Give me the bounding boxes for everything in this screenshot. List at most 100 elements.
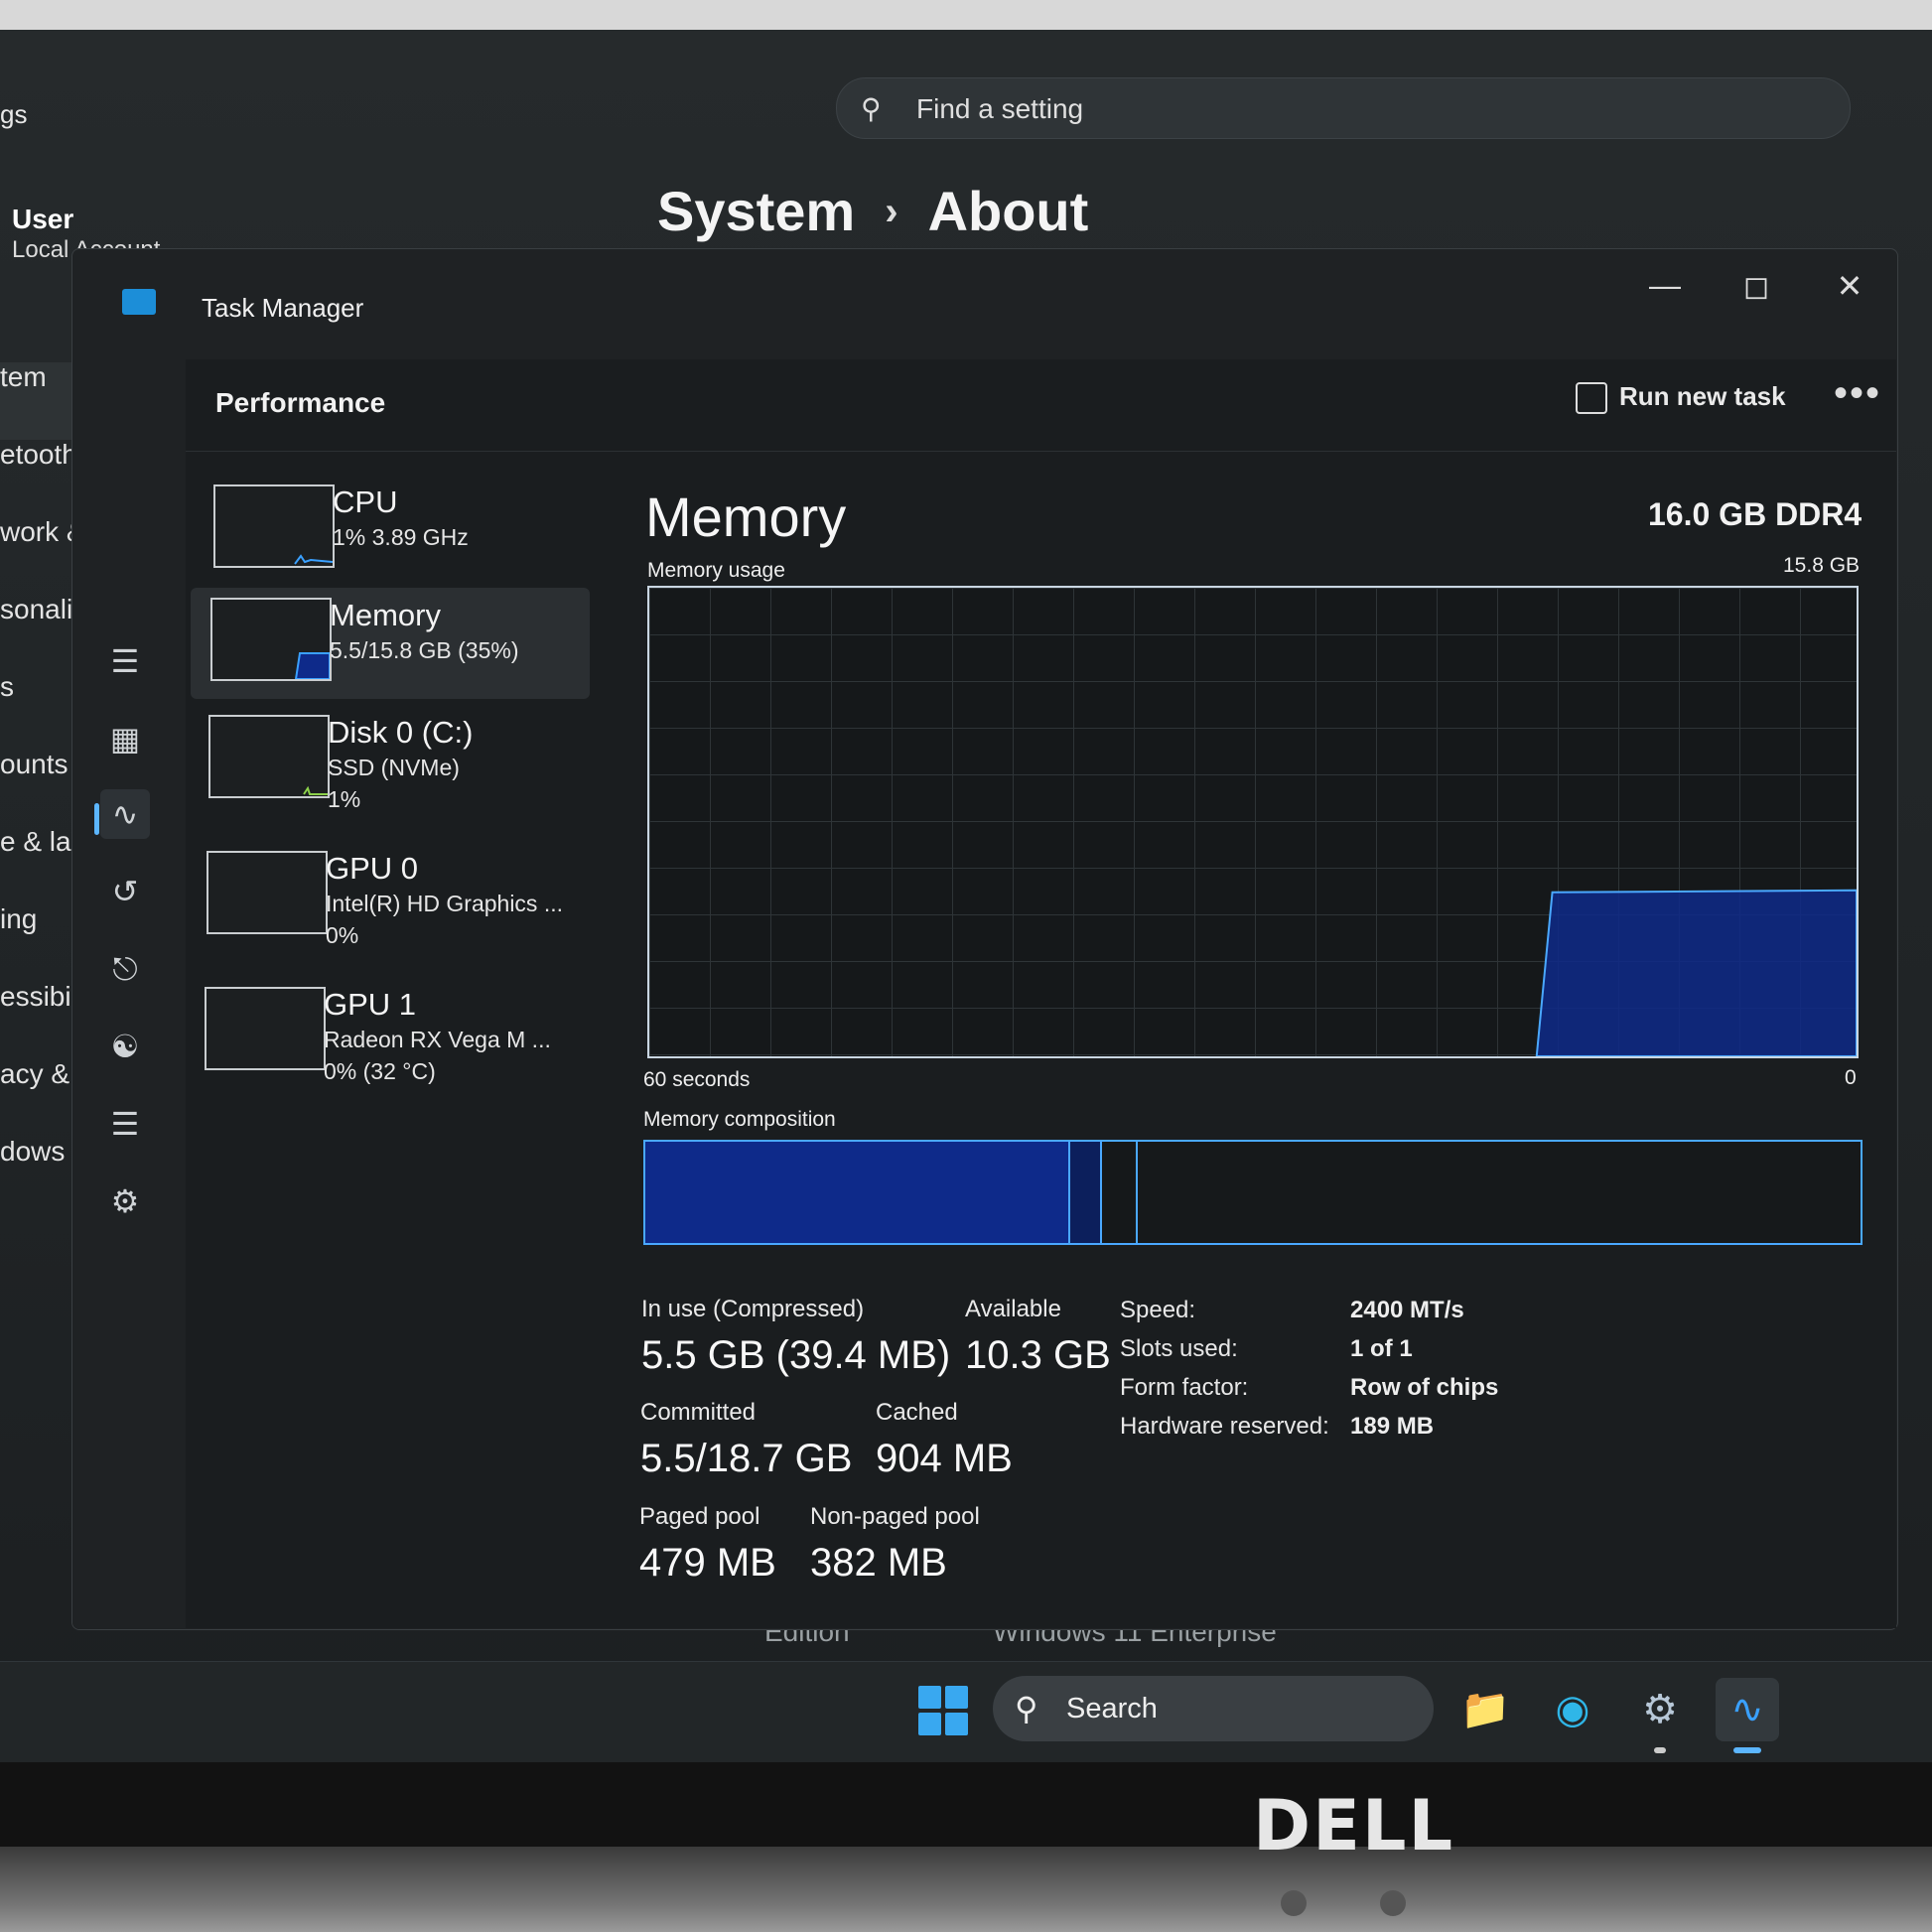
memory-usage-label: Memory usage xyxy=(647,559,785,582)
in-use-label: In use (Compressed) xyxy=(641,1296,865,1322)
available-label: Available xyxy=(965,1296,1061,1322)
device-name: CPU xyxy=(333,484,398,519)
time-zero-label: 0 xyxy=(1845,1066,1857,1089)
slots-key: Slots used: xyxy=(1120,1335,1238,1362)
device-name: GPU 1 xyxy=(324,987,417,1022)
settings-app-icon[interactable]: ⚙ xyxy=(1628,1678,1692,1741)
taskbar-search-placeholder: Search xyxy=(1066,1693,1158,1725)
more-options-button[interactable]: ••• xyxy=(1834,371,1881,416)
close-button[interactable]: ✕ xyxy=(1830,267,1869,305)
settings-running-indicator xyxy=(1654,1747,1666,1753)
available-value: 10.3 GB xyxy=(965,1333,1111,1377)
nonpaged-pool-value: 382 MB xyxy=(810,1541,947,1585)
hamburger-menu-icon[interactable]: ☰ xyxy=(100,636,150,686)
memory-mini-graph xyxy=(294,652,330,679)
composition-in-use xyxy=(645,1142,1070,1243)
device-name: GPU 0 xyxy=(326,851,419,886)
memory-composition-bar xyxy=(643,1140,1863,1245)
processes-icon[interactable]: ▦ xyxy=(100,714,150,763)
minimize-button[interactable]: — xyxy=(1645,267,1685,304)
slots-value: 1 of 1 xyxy=(1350,1335,1413,1362)
in-use-value: 5.5 GB (39.4 MB) xyxy=(641,1333,951,1377)
device-disk0[interactable]: Disk 0 (C:) SSD (NVMe) 1% xyxy=(189,705,588,816)
device-name: Memory xyxy=(330,598,441,632)
composition-standby xyxy=(1102,1142,1138,1243)
hardware-reserved-key: Hardware reserved: xyxy=(1120,1413,1329,1440)
settings-title-fragment: gs xyxy=(0,99,28,129)
maximize-button[interactable]: ◻ xyxy=(1736,267,1776,305)
cached-value: 904 MB xyxy=(876,1437,1013,1480)
device-sub: 1% 3.89 GHz xyxy=(333,524,469,550)
breadcrumb: System › About xyxy=(657,179,1088,243)
screen: gs User Local Account ⚲ Find a setting S… xyxy=(0,0,1932,1762)
memory-spec: 16.0 GB DDR4 xyxy=(1648,496,1863,532)
device-cpu[interactable]: CPU 1% 3.89 GHz xyxy=(194,475,593,586)
taskbar-search[interactable]: ⚲ Search xyxy=(993,1676,1434,1741)
details-icon[interactable]: ☰ xyxy=(100,1099,150,1149)
device-sub: Intel(R) HD Graphics ... xyxy=(326,891,563,916)
committed-label: Committed xyxy=(640,1399,757,1426)
monitor-button[interactable] xyxy=(1281,1890,1307,1916)
memory-thumbnail xyxy=(210,598,332,681)
task-manager-taskbar-icon[interactable]: ∿ xyxy=(1716,1678,1779,1741)
time-span-label: 60 seconds xyxy=(643,1068,751,1091)
search-icon: ⚲ xyxy=(861,93,882,124)
selected-indicator xyxy=(94,803,99,835)
monitor-stand-area xyxy=(0,1847,1932,1932)
dell-logo: DELL xyxy=(1253,1785,1455,1866)
performance-header: Performance Run new task ••• xyxy=(186,359,1896,452)
memory-usage-max: 15.8 GB xyxy=(1783,554,1861,577)
user-name: User xyxy=(12,204,74,234)
composition-modified xyxy=(1070,1142,1102,1243)
monitor-button[interactable] xyxy=(1380,1890,1406,1916)
form-factor-key: Form factor: xyxy=(1120,1374,1249,1401)
device-name: Disk 0 (C:) xyxy=(328,715,474,750)
users-icon[interactable]: ☯ xyxy=(100,1022,150,1071)
paged-pool-value: 479 MB xyxy=(639,1541,776,1585)
services-icon[interactable]: ⚙ xyxy=(100,1176,150,1226)
device-memory[interactable]: Memory 5.5/15.8 GB (35%) xyxy=(191,588,590,699)
run-new-task-label: Run new task xyxy=(1619,381,1786,411)
breadcrumb-parent[interactable]: System xyxy=(657,180,855,242)
device-sub2: 1% xyxy=(328,786,361,812)
find-setting-placeholder: Find a setting xyxy=(916,93,1084,124)
app-history-icon[interactable]: ↺ xyxy=(100,867,150,916)
run-new-task-button[interactable]: Run new task xyxy=(1576,381,1786,427)
find-setting-search[interactable]: ⚲ Find a setting xyxy=(836,77,1851,139)
gpu0-thumbnail xyxy=(207,851,328,934)
device-sub: Radeon RX Vega M ... xyxy=(324,1027,551,1052)
monitor-top-edge xyxy=(0,0,1932,30)
gpu1-thumbnail xyxy=(205,987,326,1070)
task-manager-app-icon xyxy=(122,289,156,315)
device-gpu0[interactable]: GPU 0 Intel(R) HD Graphics ... 0% xyxy=(187,841,586,952)
device-sub2: 0% (32 °C) xyxy=(324,1058,436,1084)
performance-icon[interactable]: ∿ xyxy=(100,789,150,839)
disk-mini-graph xyxy=(303,785,328,795)
memory-usage-area xyxy=(1535,889,1857,1056)
edge-browser-icon[interactable]: ◉ xyxy=(1541,1678,1604,1741)
hardware-reserved-value: 189 MB xyxy=(1350,1413,1435,1440)
task-manager-nav: ☰ ▦ ∿ ↺ ⎋ ☯ ☰ ⚙ ⚙ xyxy=(72,348,184,1629)
memory-composition-label: Memory composition xyxy=(643,1108,836,1131)
committed-value: 5.5/18.7 GB xyxy=(640,1437,853,1480)
speed-key: Speed: xyxy=(1120,1297,1196,1323)
task-manager-active-indicator xyxy=(1733,1747,1761,1753)
file-explorer-icon[interactable]: 📁 xyxy=(1453,1678,1517,1741)
cpu-mini-graph xyxy=(294,554,333,565)
memory-heading: Memory xyxy=(645,485,847,548)
memory-usage-series xyxy=(1535,889,1857,1056)
speed-value: 2400 MT/s xyxy=(1350,1297,1464,1323)
chevron-right-icon: › xyxy=(885,190,898,233)
memory-usage-graph xyxy=(647,586,1859,1058)
nonpaged-pool-label: Non-paged pool xyxy=(810,1503,980,1530)
cpu-thumbnail xyxy=(213,484,335,568)
taskbar: ⚲ Search 📁 ◉ ⚙ ∿ xyxy=(0,1661,1932,1762)
device-gpu1[interactable]: GPU 1 Radeon RX Vega M ... 0% (32 °C) xyxy=(185,977,584,1088)
windows-start-button[interactable] xyxy=(918,1686,968,1735)
search-icon: ⚲ xyxy=(1015,1691,1038,1726)
device-sub: SSD (NVMe) xyxy=(328,755,460,780)
window-title: Task Manager xyxy=(202,293,364,323)
run-task-icon xyxy=(1576,382,1607,415)
page-title: Performance xyxy=(215,387,386,418)
startup-apps-icon[interactable]: ⎋ xyxy=(100,944,150,994)
